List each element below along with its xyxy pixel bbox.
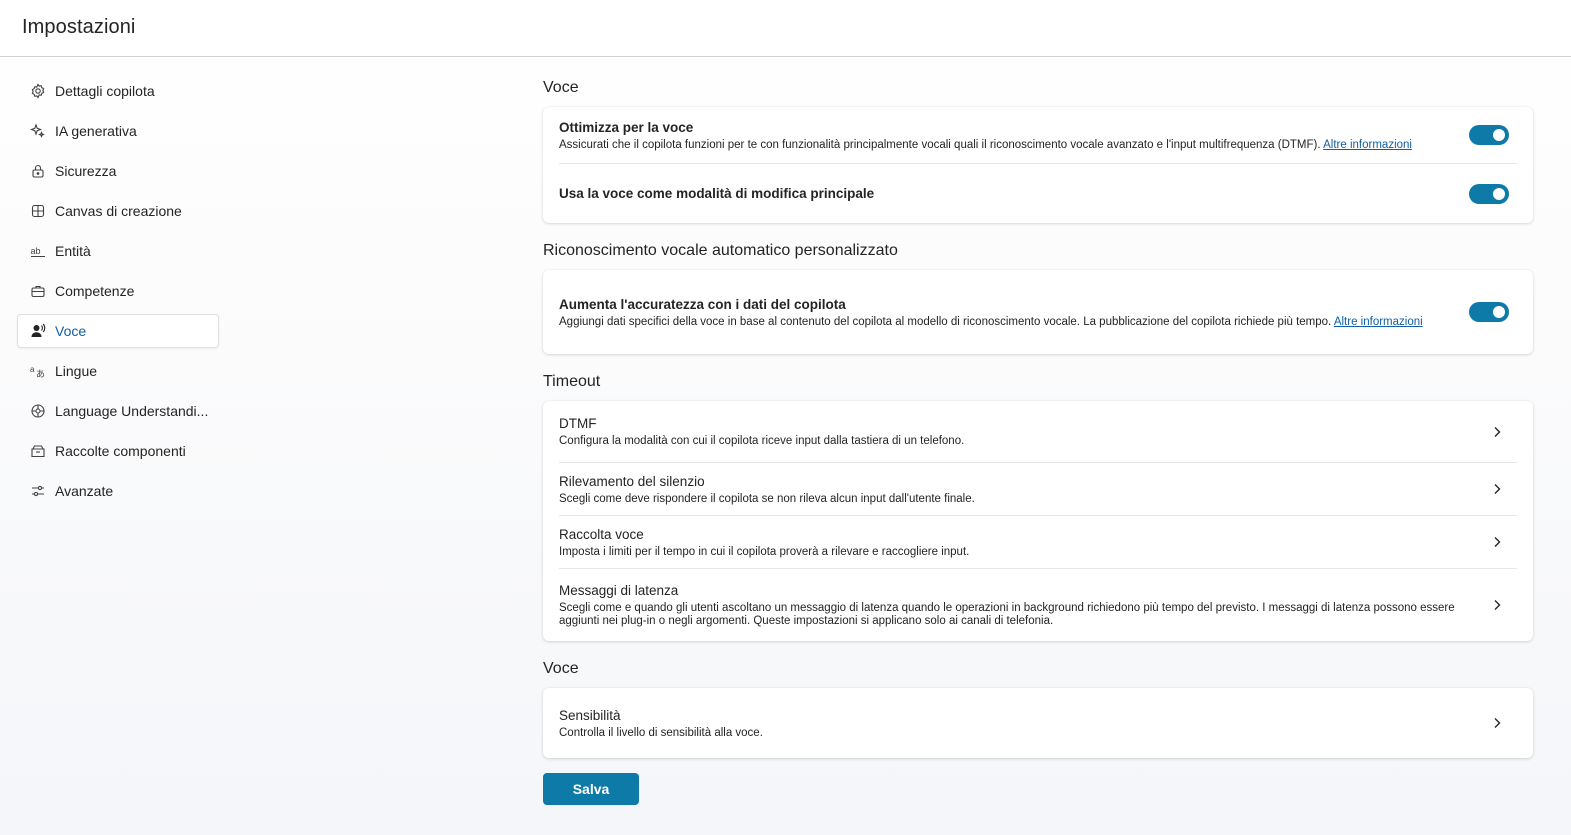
accuracy-title: Aumenta l'accuratezza con i dati del cop… — [559, 296, 846, 312]
accuracy-description: Aggiungi dati specifici della voce in ba… — [559, 315, 1423, 328]
chevron-right-icon[interactable] — [1489, 424, 1505, 440]
timeout-item-title: Messaggi di latenza — [559, 583, 679, 598]
sidebar-item-label: Dettagli copilota — [55, 83, 155, 99]
voice-primary-mode-toggle[interactable] — [1469, 183, 1509, 204]
chevron-right-icon[interactable] — [1489, 597, 1505, 613]
sidebar-item-ia-generativa[interactable]: IA generativa — [17, 114, 219, 148]
accuracy-row: Aumenta l'accuratezza con i dati del cop… — [559, 270, 1517, 354]
timeout-item-title: Raccolta voce — [559, 526, 644, 542]
accuracy-toggle[interactable] — [1469, 302, 1509, 322]
optimize-voice-title: Ottimizza per la voce — [559, 119, 694, 135]
voice-settings-card: Ottimizza per la voce Assicurati che il … — [543, 107, 1533, 223]
chevron-right-icon[interactable] — [1489, 534, 1505, 550]
timeout-item-description: Scegli come e quando gli utenti ascoltan… — [559, 602, 1455, 627]
settings-sidebar: Dettagli copilota IA generativa Sicurezz… — [17, 74, 219, 514]
timeout-item-description: Scegli come deve rispondere il copilota … — [559, 492, 975, 505]
sparkle-icon — [30, 123, 46, 139]
sidebar-item-label: Sicurezza — [55, 163, 117, 179]
box-icon — [30, 443, 46, 459]
learn-more-link[interactable]: Altre informazioni — [1323, 139, 1412, 151]
sidebar-item-label: Canvas di creazione — [55, 203, 182, 219]
timeout-item-title: DTMF — [559, 416, 597, 431]
sidebar-item-avanzate[interactable]: Avanzate — [17, 474, 219, 508]
section-title-voce-2: Voce — [543, 660, 579, 677]
sidebar-item-label: IA generativa — [55, 123, 137, 139]
section-title-asr: Riconoscimento vocale automatico persona… — [543, 242, 898, 259]
save-button[interactable]: Salva — [543, 773, 639, 805]
optimize-voice-toggle[interactable] — [1469, 125, 1509, 145]
voice-primary-mode-title: Usa la voce come modalità di modifica pr… — [559, 186, 875, 201]
sidebar-item-competenze[interactable]: Competenze — [17, 274, 219, 308]
svg-text:a: a — [30, 365, 35, 374]
section-title-timeout: Timeout — [543, 373, 601, 390]
optimize-voice-row: Ottimizza per la voce Assicurati che il … — [559, 107, 1517, 164]
svg-text:ab: ab — [31, 246, 41, 256]
gear-icon — [30, 83, 46, 99]
timeout-item-speech-collection[interactable]: Raccolta voce Imposta i limiti per il te… — [559, 516, 1517, 569]
translate-icon: aあ — [30, 363, 46, 379]
person-voice-icon — [30, 323, 46, 339]
sidebar-item-language-understanding[interactable]: Language Understandi... — [17, 394, 219, 428]
timeout-item-dtmf[interactable]: DTMF Configura la modalità con cui il co… — [559, 401, 1517, 463]
lock-icon — [30, 163, 46, 179]
sidebar-item-voce[interactable]: Voce — [17, 314, 219, 348]
sidebar-item-label: Avanzate — [55, 483, 114, 499]
timeout-settings-card: DTMF Configura la modalità con cui il co… — [543, 401, 1533, 641]
sensitivity-description: Controlla il livello di sensibilità alla… — [559, 726, 763, 739]
sidebar-item-label: Language Understandi... — [55, 403, 209, 419]
sidebar-item-label: Entità — [55, 243, 91, 259]
grid-icon — [30, 203, 46, 219]
sidebar-item-canvas-di-creazione[interactable]: Canvas di creazione — [17, 194, 219, 228]
timeout-item-title: Rilevamento del silenzio — [559, 473, 705, 489]
sidebar-item-label: Raccolte componenti — [55, 443, 186, 459]
settings-content: Voce Ottimizza per la voce Assicurati ch… — [543, 74, 1533, 758]
options-icon — [30, 483, 46, 499]
sidebar-item-sicurezza[interactable]: Sicurezza — [17, 154, 219, 188]
abc-icon: ab — [30, 243, 46, 259]
sidebar-item-entita[interactable]: ab Entità — [17, 234, 219, 268]
top-bar: Impostazioni — [0, 0, 1571, 57]
voice-primary-mode-row: Usa la voce come modalità di modifica pr… — [559, 164, 1517, 223]
sensitivity-settings-card: Sensibilità Controlla il livello di sens… — [543, 688, 1533, 758]
asr-settings-card: Aumenta l'accuratezza con i dati del cop… — [543, 270, 1533, 354]
sidebar-item-dettagli-copilota[interactable]: Dettagli copilota — [17, 74, 219, 108]
sidebar-item-lingue[interactable]: aあ Lingue — [17, 354, 219, 388]
sensitivity-title: Sensibilità — [559, 707, 621, 723]
learn-more-link[interactable]: Altre informazioni — [1334, 316, 1423, 328]
svg-text:あ: あ — [36, 369, 45, 379]
sidebar-item-raccolte-componenti[interactable]: Raccolte componenti — [17, 434, 219, 468]
timeout-item-latency-messages[interactable]: Messaggi di latenza Scegli come e quando… — [559, 569, 1517, 641]
optimize-voice-description: Assicurati che il copilota funzioni per … — [559, 138, 1412, 151]
timeout-item-description: Configura la modalità con cui il copilot… — [559, 435, 965, 447]
brain-circuit-icon — [30, 403, 46, 419]
sidebar-item-label: Competenze — [55, 283, 135, 299]
sidebar-item-label: Lingue — [55, 363, 98, 379]
briefcase-icon — [30, 283, 46, 299]
page-title: Impostazioni — [22, 16, 136, 38]
timeout-item-description: Imposta i limiti per il tempo in cui il … — [559, 545, 970, 558]
section-title-voce: Voce — [543, 79, 579, 96]
timeout-item-silence-detection[interactable]: Rilevamento del silenzio Scegli come dev… — [559, 463, 1517, 516]
sidebar-item-label: Voce — [55, 323, 87, 339]
chevron-right-icon[interactable] — [1489, 715, 1505, 731]
chevron-right-icon[interactable] — [1489, 481, 1505, 497]
sensitivity-row[interactable]: Sensibilità Controlla il livello di sens… — [559, 688, 1517, 758]
